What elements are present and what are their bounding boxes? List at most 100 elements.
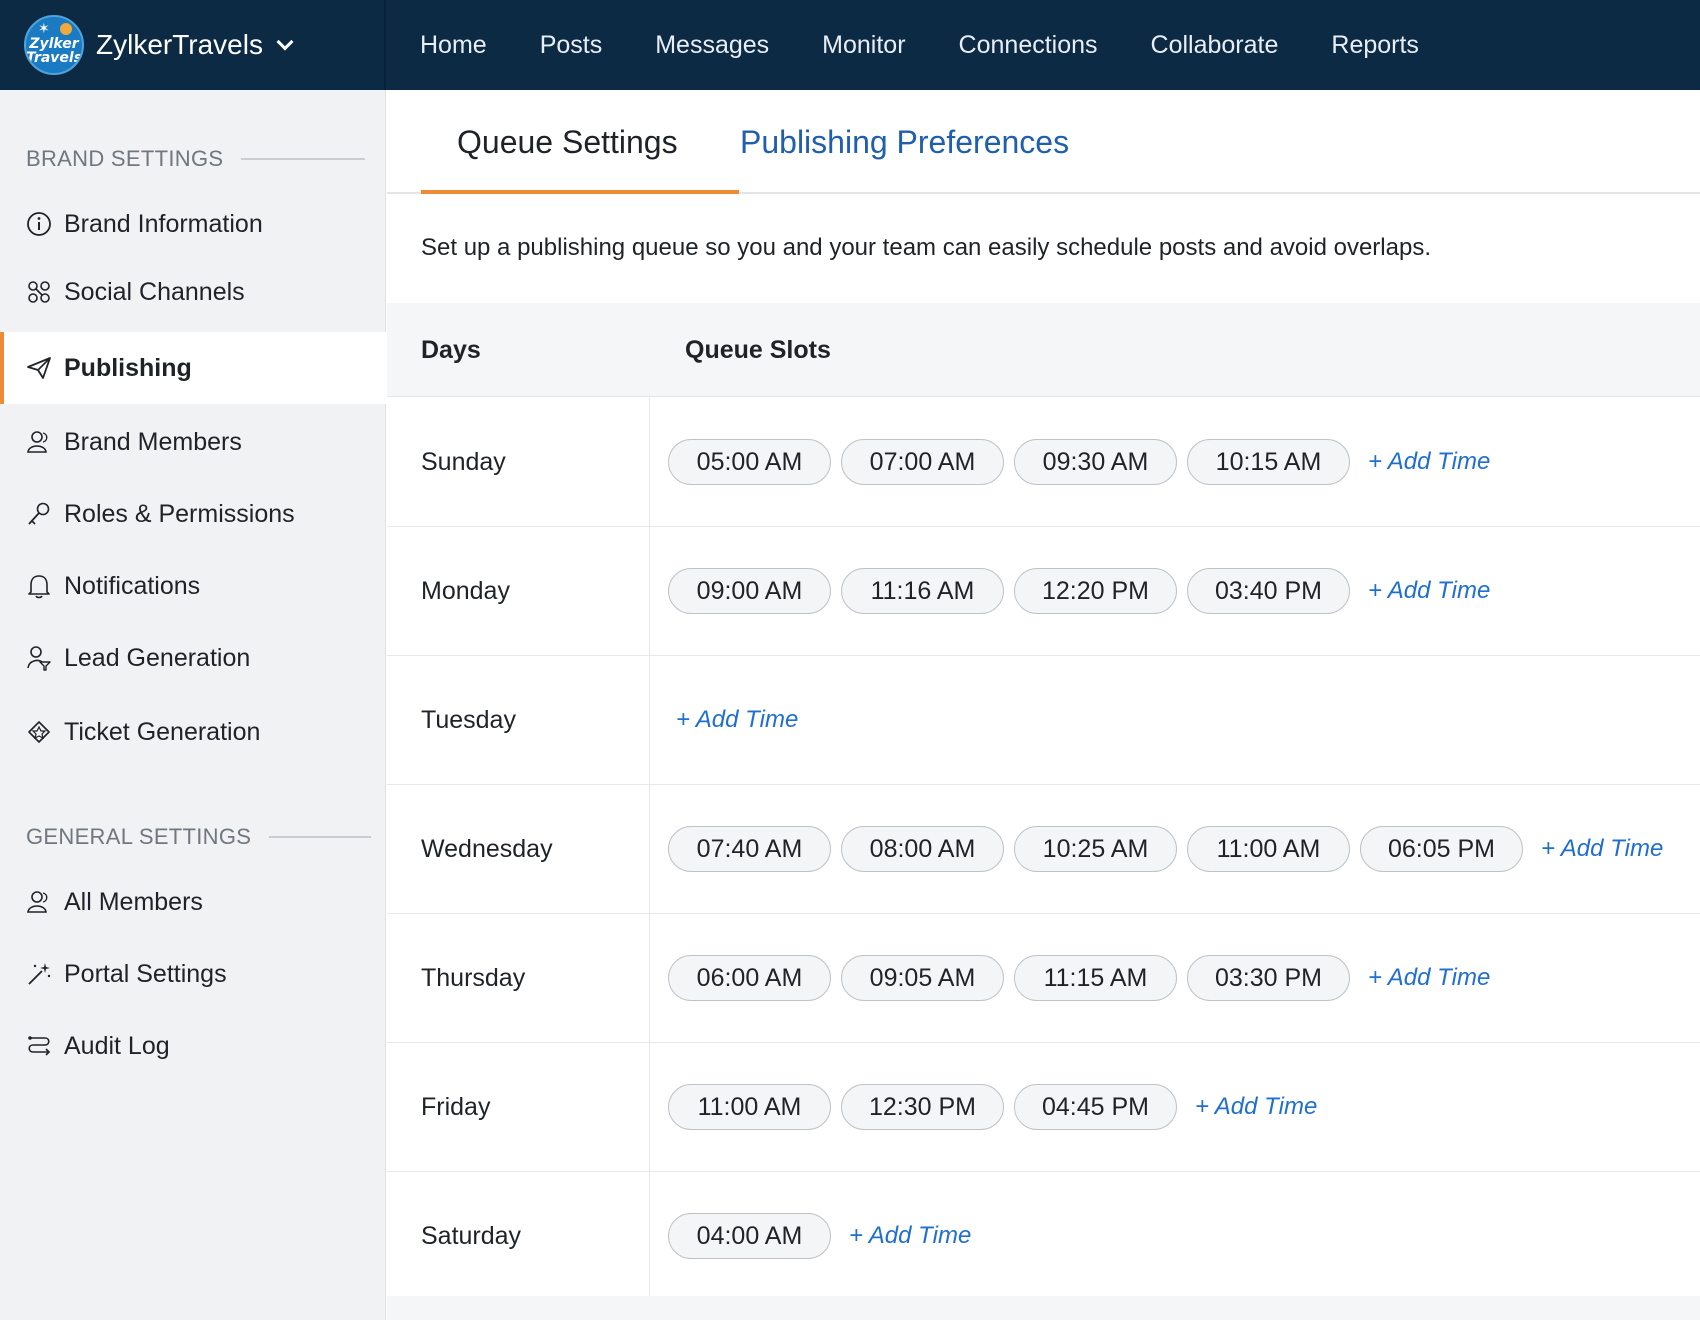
queue-slots: 07:40 AM 08:00 AM 10:25 AM 11:00 AM 06:05 PM… bbox=[668, 785, 1663, 913]
day-label: Friday bbox=[421, 1092, 491, 1121]
add-time-button[interactable]: + Add Time bbox=[1195, 1093, 1317, 1121]
table-row: Sunday 05:00 AM 07:00 AM 09:30 AM 10:15 AM + … bbox=[387, 398, 1700, 527]
time-slot-pill[interactable]: 12:20 PM bbox=[1014, 568, 1177, 614]
nav-reports[interactable]: Reports bbox=[1331, 31, 1419, 60]
time-slot-pill[interactable]: 11:00 AM bbox=[668, 1084, 831, 1130]
table-row: Tuesday + Add Time bbox=[387, 656, 1700, 785]
time-slot-pill[interactable]: 09:05 AM bbox=[841, 955, 1004, 1001]
sidebar-item-label: Notifications bbox=[64, 571, 201, 600]
bell-icon bbox=[26, 573, 52, 599]
sidebar-item-label: Roles & Permissions bbox=[64, 499, 295, 528]
table-row: Wednesday 07:40 AM 08:00 AM 10:25 AM 11:00 A… bbox=[387, 785, 1700, 914]
column-divider bbox=[649, 656, 650, 784]
sidebar-item-label: Lead Generation bbox=[64, 643, 251, 672]
time-slot-pill[interactable]: 12:30 PM bbox=[841, 1084, 1004, 1130]
day-label: Saturday bbox=[421, 1221, 522, 1250]
sidebar-item-ticket-generation[interactable]: Ticket Generation bbox=[0, 696, 386, 768]
day-label: Monday bbox=[421, 576, 510, 605]
column-divider bbox=[649, 785, 650, 913]
nav-connections[interactable]: Connections bbox=[959, 31, 1098, 60]
time-slot-pill[interactable]: 04:45 PM bbox=[1014, 1084, 1177, 1130]
nav-monitor[interactable]: Monitor bbox=[822, 31, 905, 60]
column-divider bbox=[649, 914, 650, 1042]
brand-name: ZylkerTravels bbox=[96, 29, 263, 60]
sidebar-item-roles-permissions[interactable]: Roles & Permissions bbox=[0, 478, 386, 550]
sidebar-item-label: Ticket Generation bbox=[64, 717, 261, 746]
nav-collaborate[interactable]: Collaborate bbox=[1151, 31, 1279, 60]
sidebar-item-audit-log[interactable]: Audit Log bbox=[0, 1010, 386, 1082]
sidebar-item-label: Portal Settings bbox=[64, 959, 227, 988]
column-divider bbox=[649, 527, 650, 655]
main-nav: Home Posts Messages Monitor Connections … bbox=[386, 0, 1472, 90]
column-header-days: Days bbox=[421, 336, 481, 364]
time-slot-pill[interactable]: 09:30 AM bbox=[1014, 439, 1177, 485]
sidebar-item-label: Publishing bbox=[64, 353, 192, 382]
brand-switcher[interactable]: ✶ Zylker Travels ZylkerTravels bbox=[0, 0, 386, 90]
sidebar-item-brand-information[interactable]: Brand Information bbox=[0, 188, 386, 260]
tab-queue-settings[interactable]: Queue Settings bbox=[457, 124, 678, 161]
sidebar-item-label: Brand Members bbox=[64, 427, 242, 456]
add-time-button[interactable]: + Add Time bbox=[676, 706, 798, 734]
time-slot-pill[interactable]: 06:00 AM bbox=[668, 955, 831, 1001]
nav-posts[interactable]: Posts bbox=[540, 31, 603, 60]
sidebar-item-label: Audit Log bbox=[64, 1031, 170, 1060]
settings-sidebar: BRAND SETTINGS Brand Information Social … bbox=[0, 90, 386, 1320]
sidebar-item-brand-members[interactable]: Brand Members bbox=[0, 406, 386, 478]
sidebar-item-label: Social Channels bbox=[64, 277, 245, 306]
day-label: Wednesday bbox=[421, 834, 553, 863]
column-header-queue-slots: Queue Slots bbox=[685, 336, 831, 364]
add-time-button[interactable]: + Add Time bbox=[1368, 964, 1490, 992]
queue-slots: + Add Time bbox=[668, 656, 798, 784]
queue-slots: 05:00 AM 07:00 AM 09:30 AM 10:15 AM + Add Ti… bbox=[668, 398, 1490, 526]
nav-home[interactable]: Home bbox=[420, 31, 487, 60]
time-slot-pill[interactable]: 05:00 AM bbox=[668, 439, 831, 485]
chevron-down-icon bbox=[276, 33, 294, 51]
time-slot-pill[interactable]: 07:00 AM bbox=[841, 439, 1004, 485]
time-slot-pill[interactable]: 11:16 AM bbox=[841, 568, 1004, 614]
time-slot-pill[interactable]: 10:15 AM bbox=[1187, 439, 1350, 485]
time-slot-pill[interactable]: 06:05 PM bbox=[1360, 826, 1523, 872]
sidebar-item-all-members[interactable]: All Members bbox=[0, 866, 386, 938]
brand-logo-icon: ✶ Zylker Travels bbox=[24, 15, 84, 75]
tab-publishing-preferences[interactable]: Publishing Preferences bbox=[740, 124, 1069, 161]
nav-messages[interactable]: Messages bbox=[655, 31, 769, 60]
page-description: Set up a publishing queue so you and you… bbox=[421, 234, 1431, 261]
time-slot-pill[interactable]: 04:00 AM bbox=[668, 1213, 831, 1259]
members-icon bbox=[26, 429, 52, 455]
sidebar-item-social-channels[interactable]: Social Channels bbox=[0, 256, 386, 328]
time-slot-pill[interactable]: 07:40 AM bbox=[668, 826, 831, 872]
day-label: Sunday bbox=[421, 447, 506, 476]
time-slot-pill[interactable]: 08:00 AM bbox=[841, 826, 1004, 872]
info-icon bbox=[26, 211, 52, 237]
column-divider bbox=[649, 398, 650, 526]
table-footer-space bbox=[387, 1296, 1700, 1320]
social-channels-icon bbox=[26, 279, 52, 305]
settings-tabs: Queue Settings Publishing Preferences bbox=[387, 90, 1700, 194]
day-label: Tuesday bbox=[421, 705, 516, 734]
brand-settings-heading: BRAND SETTINGS bbox=[26, 146, 366, 172]
queue-slots: 09:00 AM 11:16 AM 12:20 PM 03:40 PM + Add Ti… bbox=[668, 527, 1490, 655]
sidebar-item-label: Brand Information bbox=[64, 209, 263, 238]
lead-icon bbox=[26, 645, 52, 671]
add-time-button[interactable]: + Add Time bbox=[1368, 577, 1490, 605]
time-slot-pill[interactable]: 03:30 PM bbox=[1187, 955, 1350, 1001]
day-label: Thursday bbox=[421, 963, 526, 992]
time-slot-pill[interactable]: 10:25 AM bbox=[1014, 826, 1177, 872]
sidebar-item-portal-settings[interactable]: Portal Settings bbox=[0, 938, 386, 1010]
time-slot-pill[interactable]: 03:40 PM bbox=[1187, 568, 1350, 614]
sidebar-item-publishing[interactable]: Publishing bbox=[0, 332, 386, 404]
time-slot-pill[interactable]: 09:00 AM bbox=[668, 568, 831, 614]
magic-wand-icon bbox=[26, 961, 52, 987]
paper-plane-icon bbox=[26, 355, 52, 381]
column-divider bbox=[649, 1043, 650, 1171]
table-row: Friday 11:00 AM 12:30 PM 04:45 PM + Add Time bbox=[387, 1043, 1700, 1172]
sidebar-item-label: All Members bbox=[64, 887, 203, 916]
members-icon bbox=[26, 889, 52, 915]
time-slot-pill[interactable]: 11:00 AM bbox=[1187, 826, 1350, 872]
sidebar-item-lead-generation[interactable]: Lead Generation bbox=[0, 622, 386, 694]
time-slot-pill[interactable]: 11:15 AM bbox=[1014, 955, 1177, 1001]
sidebar-item-notifications[interactable]: Notifications bbox=[0, 550, 386, 622]
add-time-button[interactable]: + Add Time bbox=[849, 1222, 971, 1250]
add-time-button[interactable]: + Add Time bbox=[1541, 835, 1663, 863]
add-time-button[interactable]: + Add Time bbox=[1368, 448, 1490, 476]
